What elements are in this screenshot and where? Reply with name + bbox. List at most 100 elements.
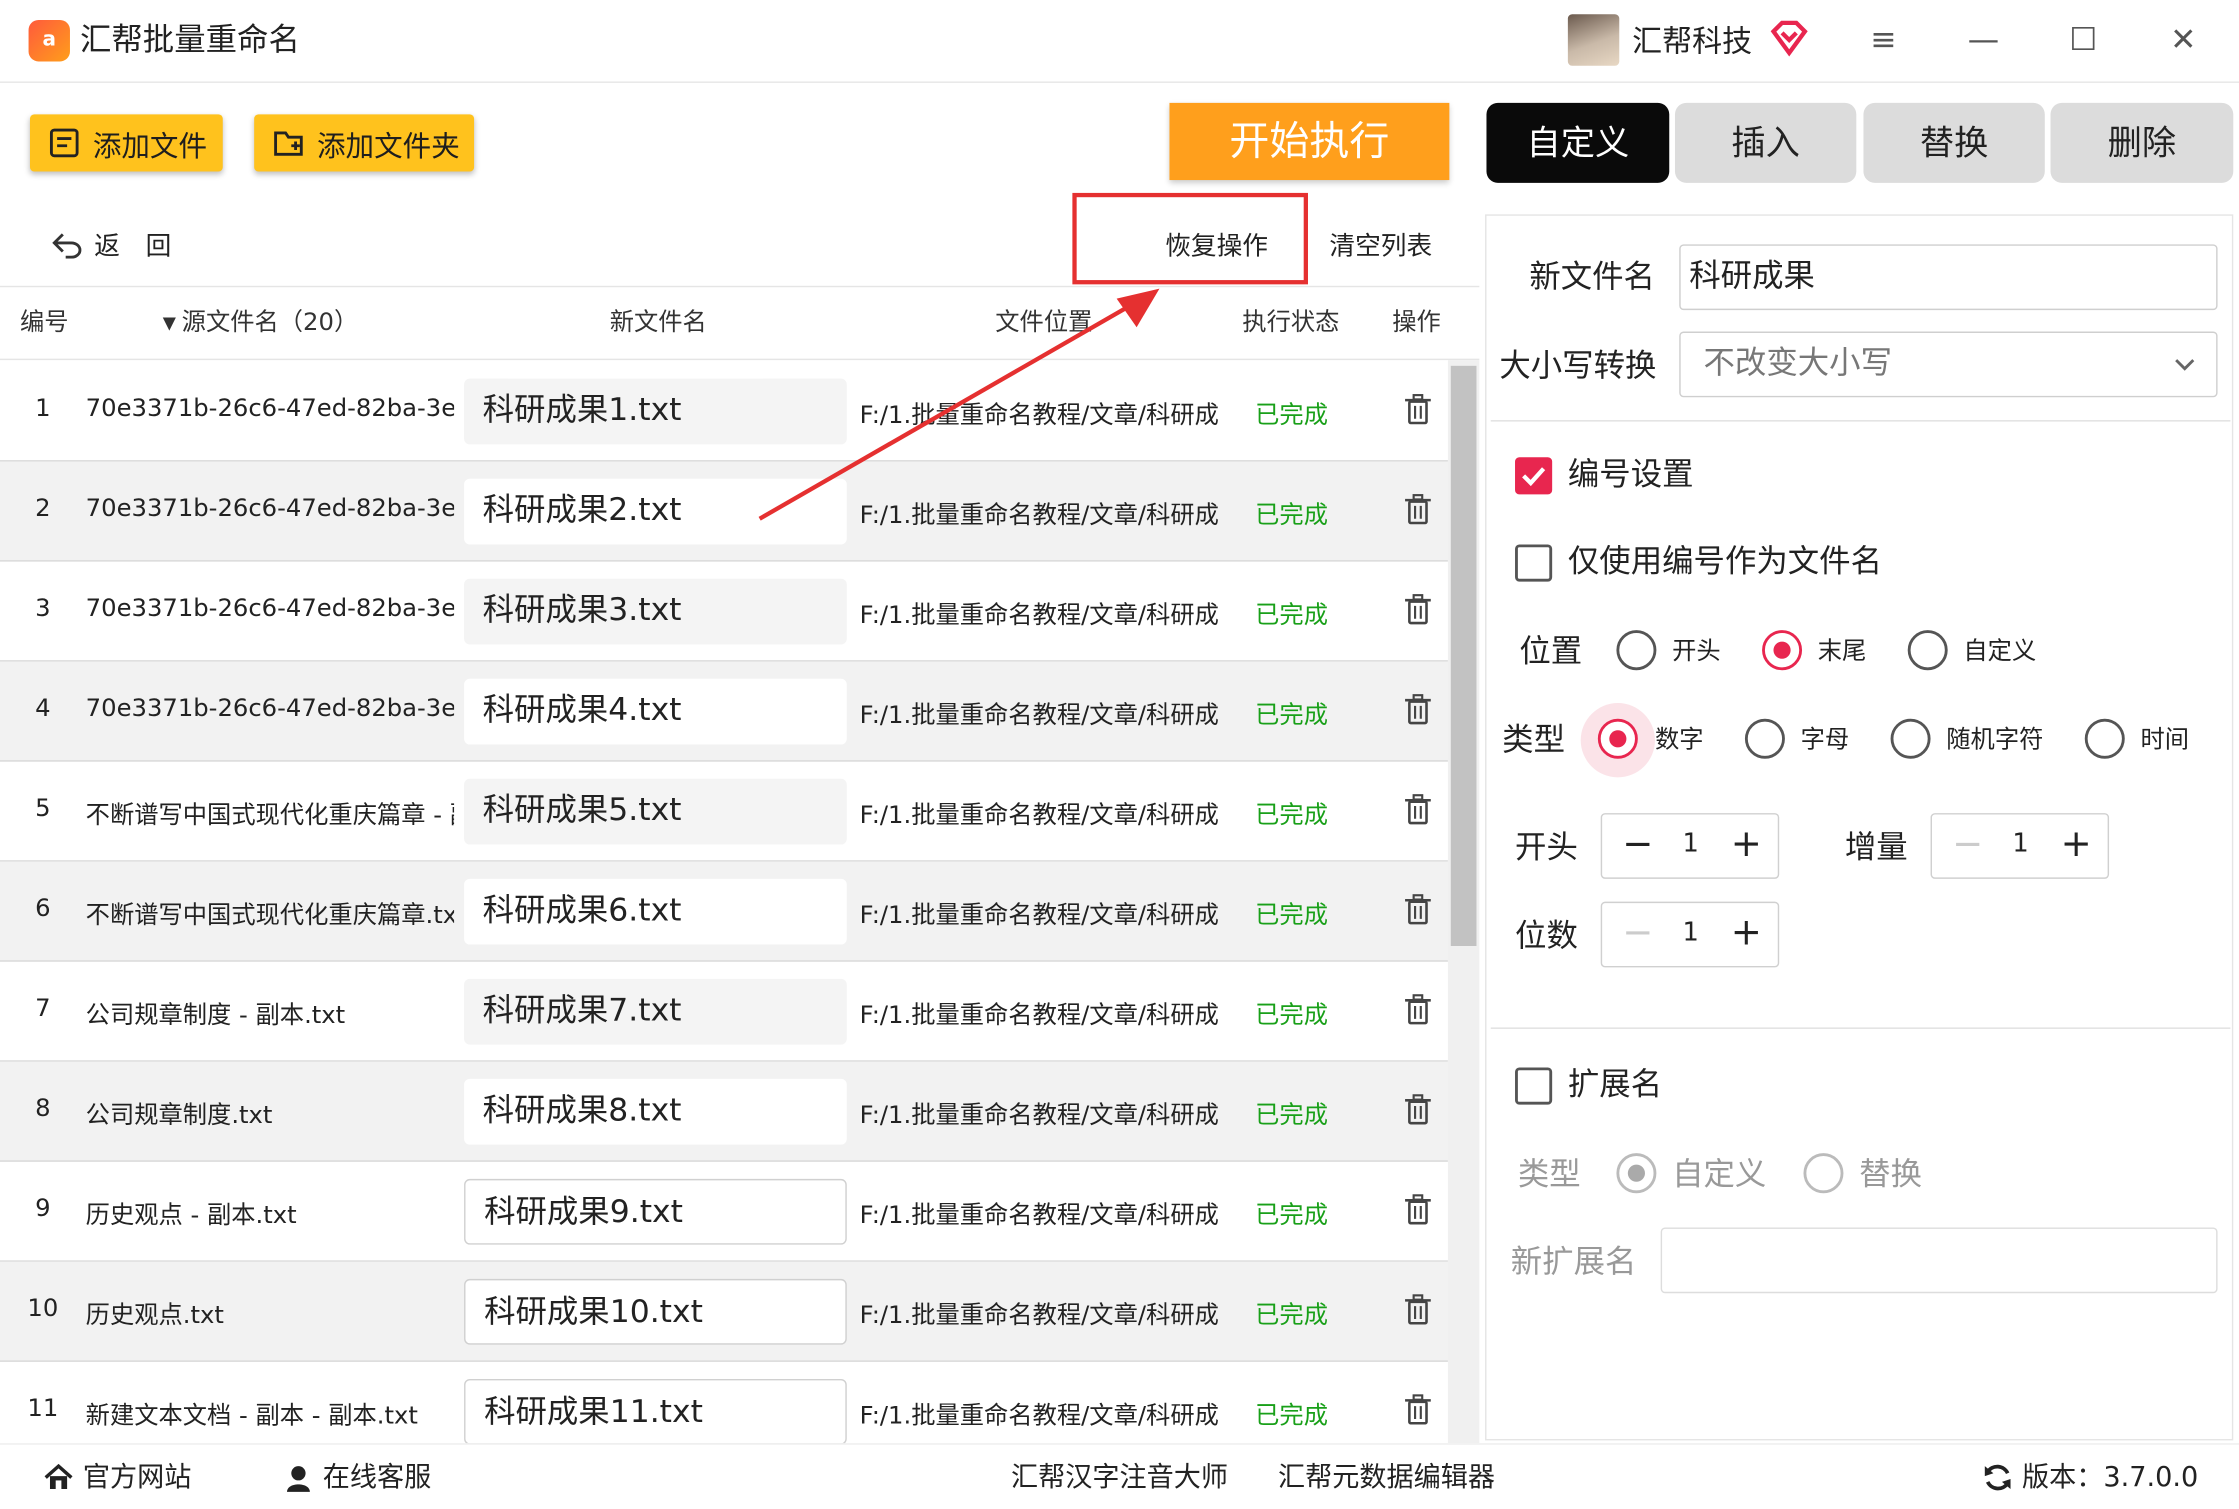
type-time-radio[interactable] <box>2084 718 2125 759</box>
case-select[interactable]: 不改变大小写 <box>1679 331 2218 398</box>
extension-label: 扩展名 <box>1567 1067 1663 1104</box>
tab-replace[interactable]: 替换 <box>1863 102 2045 183</box>
table-row[interactable]: 7 公司规章制度 - 副本.txt 科研成果7.txt F:/1.批量重命名教程… <box>0 962 1448 1062</box>
close-icon[interactable]: ✕ <box>2162 20 2205 63</box>
row-new-name[interactable]: 科研成果5.txt <box>464 778 847 845</box>
table-row[interactable]: 1 70e3371b-26c6-47ed-82ba-3e7 科研成果1.txt … <box>0 362 1448 462</box>
table-row[interactable]: 3 70e3371b-26c6-47ed-82ba-3e7 科研成果3.txt … <box>0 562 1448 662</box>
header-new-name: 新文件名 <box>609 308 707 338</box>
row-new-name[interactable]: 科研成果3.txt <box>464 578 847 645</box>
delete-trash-icon[interactable] <box>1404 993 1433 1027</box>
extension-checkbox[interactable] <box>1515 1067 1553 1105</box>
table-row[interactable]: 11 新建文本文档 - 副本 - 副本.txt 科研成果11.txt F:/1.… <box>0 1362 1448 1445</box>
row-status: 已完成 <box>1255 701 1328 731</box>
new-name-input[interactable]: 科研成果 <box>1679 244 2218 311</box>
menu-icon[interactable]: ≡ <box>1862 20 1905 63</box>
start-stepper[interactable]: − 1 + <box>1600 813 1780 879</box>
add-file-button[interactable]: 添加文件 <box>29 114 223 172</box>
back-label: 返 回 <box>94 231 172 262</box>
only-number-checkbox[interactable] <box>1515 544 1553 582</box>
digits-stepper[interactable]: − 1 + <box>1600 901 1780 968</box>
delete-trash-icon[interactable] <box>1404 693 1433 727</box>
delete-trash-icon[interactable] <box>1404 1193 1433 1227</box>
row-new-name[interactable]: 科研成果11.txt <box>464 1378 847 1445</box>
digits-value[interactable]: 1 <box>1662 912 1719 955</box>
row-new-name[interactable]: 科研成果6.txt <box>464 878 847 945</box>
annotation-highlight-box <box>1072 192 1308 285</box>
type-letter-label: 字母 <box>1800 725 1850 755</box>
ext-replace-radio[interactable] <box>1803 1153 1844 1194</box>
plus-icon[interactable]: + <box>1725 912 1768 955</box>
row-new-name[interactable]: 科研成果4.txt <box>464 678 847 745</box>
type-letter-radio[interactable] <box>1744 718 1785 759</box>
start-value[interactable]: 1 <box>1662 823 1719 866</box>
support-link[interactable]: 在线客服 <box>283 1459 432 1496</box>
row-source-name: 70e3371b-26c6-47ed-82ba-3e7 <box>85 594 455 624</box>
scrollbar-thumb[interactable] <box>1450 365 1477 946</box>
avatar[interactable] <box>1567 14 1620 66</box>
table-row[interactable]: 10 历史观点.txt 科研成果10.txt F:/1.批量重命名教程/文章/科… <box>0 1261 1448 1362</box>
row-new-name[interactable]: 科研成果9.txt <box>464 1178 847 1245</box>
start-label: 开头 <box>1515 830 1578 866</box>
table-row[interactable]: 2 70e3371b-26c6-47ed-82ba-3e7 科研成果2.txt … <box>0 461 1448 562</box>
row-new-name[interactable]: 科研成果10.txt <box>464 1278 847 1345</box>
table-row[interactable]: 9 历史观点 - 副本.txt 科研成果9.txt F:/1.批量重命名教程/文… <box>0 1162 1448 1262</box>
type-number-radio[interactable] <box>1597 718 1638 759</box>
delete-trash-icon[interactable] <box>1404 1293 1433 1327</box>
ext-custom-radio[interactable] <box>1616 1153 1657 1194</box>
delete-trash-icon[interactable] <box>1404 1093 1433 1127</box>
delete-trash-icon[interactable] <box>1404 1393 1433 1427</box>
delete-trash-icon[interactable] <box>1404 893 1433 927</box>
position-custom-radio[interactable] <box>1907 630 1948 671</box>
row-number: 1 <box>35 394 51 423</box>
website-link[interactable]: 官方网站 <box>43 1459 192 1496</box>
row-source-name: 70e3371b-26c6-47ed-82ba-3e7 <box>85 694 455 724</box>
table-row[interactable]: 8 公司规章制度.txt 科研成果8.txt F:/1.批量重命名教程/文章/科… <box>0 1061 1448 1162</box>
table-row[interactable]: 6 不断谱写中国式现代化重庆篇章.txt 科研成果6.txt F:/1.批量重命… <box>0 861 1448 962</box>
vip-diamond-icon[interactable] <box>1768 17 1811 60</box>
plus-icon[interactable]: + <box>1725 823 1768 866</box>
app-logo-icon: a <box>28 20 70 62</box>
minus-icon[interactable]: − <box>1946 823 1989 866</box>
minus-icon[interactable]: − <box>1616 823 1659 866</box>
add-folder-label: 添加文件夹 <box>317 127 460 163</box>
minus-icon[interactable]: − <box>1616 912 1659 955</box>
clear-list-button[interactable]: 清空列表 <box>1329 226 1432 263</box>
minimize-icon[interactable]: — <box>1962 20 2005 63</box>
increment-stepper[interactable]: − 1 + <box>1930 813 2110 879</box>
table-row[interactable]: 5 不断谱写中国式现代化重庆篇章 - 副 科研成果5.txt F:/1.批量重命… <box>0 762 1448 862</box>
row-status: 已完成 <box>1255 501 1328 531</box>
annotation-arrow-icon <box>758 288 1160 521</box>
row-new-name[interactable]: 科研成果7.txt <box>464 978 847 1045</box>
delete-trash-icon[interactable] <box>1404 793 1433 827</box>
pinyin-tool-link[interactable]: 汇帮汉字注音大师 <box>1011 1459 1228 1496</box>
type-random-radio[interactable] <box>1890 718 1931 759</box>
header-action: 操作 <box>1392 308 1441 338</box>
delete-trash-icon[interactable] <box>1404 493 1433 527</box>
row-new-name[interactable]: 科研成果8.txt <box>464 1078 847 1145</box>
add-folder-button[interactable]: 添加文件夹 <box>254 114 475 172</box>
new-ext-input[interactable] <box>1660 1227 2218 1294</box>
delete-trash-icon[interactable] <box>1404 593 1433 627</box>
table-row[interactable]: 4 70e3371b-26c6-47ed-82ba-3e7 科研成果4.txt … <box>0 661 1448 762</box>
position-start-radio[interactable] <box>1616 630 1657 671</box>
row-location: F:/1.批量重命名教程/文章/科研成 <box>859 1401 1219 1431</box>
start-button[interactable]: 开始执行 <box>1169 102 1450 181</box>
position-end-radio[interactable] <box>1762 630 1803 671</box>
support-label: 在线客服 <box>322 1461 432 1494</box>
header-source-name[interactable]: ▼ 源文件名（20） <box>163 306 358 340</box>
delete-trash-icon[interactable] <box>1404 393 1433 427</box>
numbering-checkbox[interactable] <box>1515 457 1553 495</box>
plus-icon[interactable]: + <box>2055 823 2098 866</box>
tab-insert[interactable]: 插入 <box>1674 102 1857 183</box>
maximize-icon[interactable]: ☐ <box>2062 20 2105 63</box>
row-source-name: 70e3371b-26c6-47ed-82ba-3e7 <box>85 494 455 524</box>
tab-custom[interactable]: 自定义 <box>1486 102 1670 183</box>
tab-delete[interactable]: 删除 <box>2050 102 2234 183</box>
version-info[interactable]: 版本：3.7.0.0 <box>1982 1459 2198 1496</box>
row-status: 已完成 <box>1255 1401 1328 1431</box>
metadata-tool-link[interactable]: 汇帮元数据编辑器 <box>1278 1459 1495 1496</box>
back-button[interactable]: 返 回 <box>51 226 171 263</box>
ext-replace-label: 替换 <box>1859 1157 1923 1194</box>
increment-value[interactable]: 1 <box>1992 823 2049 866</box>
